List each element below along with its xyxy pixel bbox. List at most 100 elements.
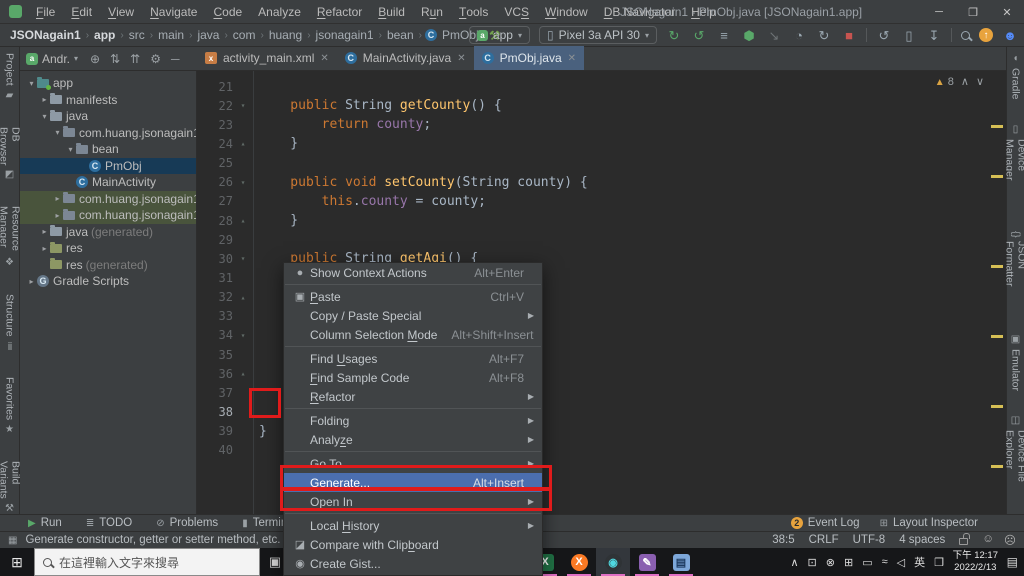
project-view-mode-selector[interactable]: a Andr. ▾ <box>26 52 78 66</box>
breadcrumb-item-java[interactable]: java <box>195 28 221 42</box>
code-line-23[interactable]: 23 return county; <box>197 115 1006 134</box>
taskbar-search-input[interactable]: 在這裡輸入文字來搜尋 <box>34 548 260 576</box>
volume-muted-icon[interactable]: ⊗ <box>826 556 835 569</box>
hidden-icons-chevron[interactable]: ∧ <box>790 556 798 569</box>
tool-tab-structure[interactable]: Structure ≔ <box>4 294 16 351</box>
apply-changes-icon[interactable]: ↺ <box>691 29 707 42</box>
tree-item-res[interactable]: res (generated) <box>20 257 196 274</box>
menubar-item-navigate[interactable]: Navigate <box>142 0 205 24</box>
tab-close-icon[interactable]: ✕ <box>320 53 328 64</box>
tab-close-icon[interactable]: ✕ <box>568 53 576 64</box>
hide-panel-icon[interactable]: ─ <box>171 52 180 66</box>
paint-app-icon[interactable]: ✎ <box>630 548 664 576</box>
tree-item-com-huang-jsonagain1[interactable]: ▸ com.huang.jsonagain1 <box>20 190 196 207</box>
stop-icon[interactable]: ■ <box>841 29 857 42</box>
menu-find-sample-code[interactable]: Find Sample Code Alt+F8 <box>284 368 542 387</box>
breadcrumb-item-huang[interactable]: huang <box>267 28 304 42</box>
debug-icon[interactable]: ⬢ <box>741 29 757 42</box>
tree-item-com-huang-jsonagain1[interactable]: ▸ com.huang.jsonagain1 <box>20 207 196 224</box>
fold-marker[interactable]: ▾ <box>233 254 253 263</box>
tree-item-java[interactable]: ▸ java (generated) <box>20 224 196 241</box>
breadcrumb-item-main[interactable]: main <box>156 28 186 42</box>
close-button[interactable]: ✕ <box>990 0 1024 24</box>
tool-tab-gradle[interactable]: ◖ Gradle <box>1010 53 1022 100</box>
expand-all-icon[interactable]: ⇅ <box>110 52 120 66</box>
tree-expand-arrow[interactable]: ▸ <box>39 95 50 104</box>
tree-item-pmobj[interactable]: C PmObj <box>20 157 196 174</box>
rerun-icon[interactable]: ↻ <box>666 29 682 42</box>
menubar-item-analyze[interactable]: Analyze <box>250 0 309 24</box>
tool-tab-favorites[interactable]: Favorites ★ <box>4 377 16 435</box>
tool-tab-emulator[interactable]: ▣ Emulator <box>1010 334 1022 391</box>
tree-expand-arrow[interactable]: ▸ <box>39 227 50 236</box>
tree-item-java[interactable]: ▾ java <box>20 108 196 125</box>
tree-expand-arrow[interactable]: ▸ <box>52 211 63 220</box>
search-everywhere-icon[interactable] <box>961 30 970 40</box>
android-studio-icon[interactable]: ◉ <box>596 548 630 576</box>
code-line-28[interactable]: 28 ▴ } <box>197 211 1006 230</box>
toolwindow-run-button[interactable]: ▶ Run <box>28 517 62 529</box>
code-line-29[interactable]: 29 <box>197 230 1006 249</box>
menu-analyze[interactable]: Analyze ▶ <box>284 430 542 449</box>
code-line-27[interactable]: 27 this.county = county; <box>197 192 1006 211</box>
tree-item-gradle-scripts[interactable]: ▸ G Gradle Scripts <box>20 273 196 290</box>
settings-icon[interactable]: ⚙ <box>150 52 161 66</box>
menu-refactor[interactable]: Refactor ▶ <box>284 387 542 406</box>
breadcrumb-item-src[interactable]: src <box>127 28 147 42</box>
tool-tab-build-variants[interactable]: Build Variants ⚒ <box>0 461 22 514</box>
menu-local-history[interactable]: Local History ▶ <box>284 516 542 535</box>
toolwindow-problems-button[interactable]: ⊘ Problems <box>156 517 218 529</box>
encoding-indicator[interactable]: UTF-8 <box>853 534 886 546</box>
wifi-icon[interactable]: ≈ <box>882 556 888 568</box>
device-manager-icon[interactable]: ▯ <box>901 29 917 42</box>
tree-item-bean[interactable]: ▾ bean <box>20 141 196 158</box>
tree-item-res[interactable]: ▸ res <box>20 240 196 257</box>
menu-paste[interactable]: ▣ Paste Ctrl+V <box>284 287 542 306</box>
notification-center-button[interactable]: ▤ <box>1007 555 1018 569</box>
ime-language-indicator[interactable]: 英 <box>914 554 925 570</box>
next-warning-icon[interactable]: ∨ <box>976 75 984 88</box>
collapse-all-icon[interactable]: ⇈ <box>130 52 140 66</box>
fold-marker[interactable]: ▴ <box>233 293 253 302</box>
volume-icon[interactable]: ◁ <box>897 556 905 569</box>
tree-expand-arrow[interactable]: ▾ <box>26 79 37 88</box>
menu-create-gist[interactable]: ◉ Create Gist... <box>284 554 542 573</box>
onedrive-icon[interactable]: ❒ <box>934 556 944 569</box>
breadcrumb-item-bean[interactable]: bean <box>385 28 416 42</box>
tree-item-app[interactable]: ▾ app <box>20 75 196 92</box>
menu-copy-paste-special[interactable]: Copy / Paste Special ▶ <box>284 306 542 325</box>
fold-marker[interactable]: ▴ <box>233 216 253 225</box>
minimize-button[interactable]: ─ <box>922 0 956 24</box>
tree-expand-arrow[interactable]: ▾ <box>39 112 50 121</box>
line-ending-indicator[interactable]: CRLF <box>809 534 839 546</box>
inspections-widget[interactable]: ▲ 8 ∧ ∨ <box>935 75 984 89</box>
fold-marker[interactable]: ▾ <box>233 331 253 340</box>
tree-item-com-huang-jsonagain1[interactable]: ▾ com.huang.jsonagain1 <box>20 125 196 142</box>
layout-inspector-button[interactable]: ⊞ Layout Inspector <box>880 517 978 529</box>
notepad-icon[interactable]: ▤ <box>664 548 698 576</box>
menubar-item-tools[interactable]: Tools <box>451 0 496 24</box>
breadcrumb-item-com[interactable]: com <box>231 28 258 42</box>
tool-tab-resource-manager[interactable]: Resource Manager ❖ <box>0 206 22 268</box>
device-selector[interactable]: ▯ Pixel 3a API 30 ▾ <box>538 26 657 44</box>
indent-indicator[interactable]: 4 spaces <box>899 534 945 546</box>
maximize-button[interactable]: ❐ <box>956 0 990 24</box>
menubar-item-file[interactable]: File <box>28 0 63 24</box>
tree-item-mainactivity[interactable]: C MainActivity <box>20 174 196 191</box>
menu-show-context-actions[interactable]: ● Show Context Actions Alt+Enter <box>284 263 542 282</box>
fold-marker[interactable]: ▴ <box>233 139 253 148</box>
fold-marker[interactable]: ▾ <box>233 178 253 187</box>
profiler-icon[interactable]: ◔ <box>791 29 807 42</box>
toolwindow-quickaccess-icon[interactable]: ▦ <box>8 535 17 546</box>
tree-expand-arrow[interactable]: ▾ <box>65 145 76 154</box>
locate-selected-file-icon[interactable]: ⊕ <box>90 52 100 66</box>
fold-marker[interactable]: ▾ <box>233 101 253 110</box>
tool-tab-device-file-explorer[interactable]: ◫ Device File Explorer <box>1004 415 1024 514</box>
start-button[interactable]: ⊞ <box>0 548 34 576</box>
tree-expand-arrow[interactable]: ▸ <box>52 194 63 203</box>
menubar-item-vcs[interactable]: VC S <box>496 0 537 24</box>
highlight-sad-face-icon[interactable]: ☹ <box>1004 533 1016 547</box>
phone-link-icon[interactable]: ⊡ <box>808 556 817 569</box>
readonly-lock-icon[interactable] <box>959 533 971 545</box>
menubar-item-refactor[interactable]: Refactor <box>309 0 370 24</box>
